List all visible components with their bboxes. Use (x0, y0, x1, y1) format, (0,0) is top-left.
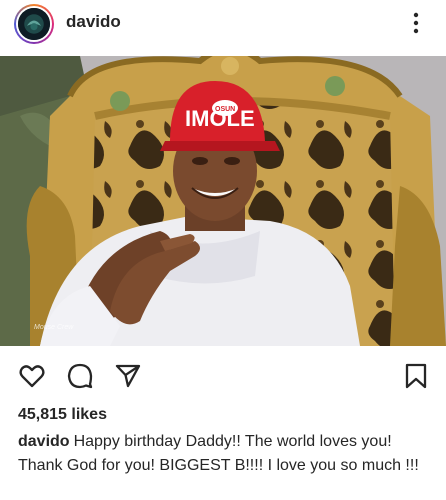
profile-avatar[interactable] (14, 4, 54, 44)
comment-bubble-icon[interactable] (66, 362, 94, 390)
action-bar (0, 352, 446, 396)
more-options-icon[interactable] (408, 10, 424, 36)
photo-watermark: Mouse Crew (34, 324, 74, 331)
post-caption: davido Happy birthday Daddy!! The world l… (18, 430, 436, 478)
bookmark-icon[interactable] (402, 362, 430, 390)
post-username[interactable]: davido (66, 12, 121, 32)
heart-icon[interactable] (18, 362, 46, 390)
caption-text: Happy birthday Daddy!! The world loves y… (18, 433, 419, 474)
avatar-image (16, 6, 52, 42)
caption-username[interactable]: davido (18, 433, 70, 450)
hat-badge: OSUN (215, 106, 235, 113)
likes-count[interactable]: 45,815 likes (18, 406, 107, 424)
post-header: davido (0, 0, 446, 46)
paper-plane-icon[interactable] (114, 362, 142, 390)
post-photo[interactable]: IMOLE OSUN Mouse Crew (0, 56, 446, 346)
